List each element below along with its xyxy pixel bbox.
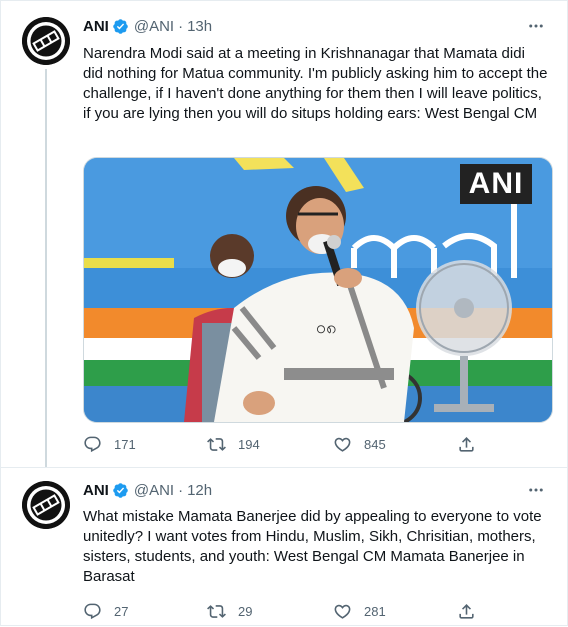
tweet-text: Narendra Modi said at a meeting in Krish… xyxy=(83,45,548,122)
author-handle[interactable]: @ANI xyxy=(134,482,174,499)
share-icon xyxy=(459,436,474,452)
share-button[interactable] xyxy=(457,435,476,454)
retweet-icon xyxy=(207,437,226,451)
tweet-header: ANI @ANI · 12h xyxy=(83,480,212,500)
reply-icon xyxy=(84,436,101,452)
reply-count: 27 xyxy=(114,603,129,619)
author-name[interactable]: ANI xyxy=(83,18,109,35)
like-button[interactable]: 281 xyxy=(333,602,457,621)
timestamp[interactable]: 12h xyxy=(187,482,212,499)
like-count: 281 xyxy=(364,603,386,619)
tweet-header: ANI @ANI · 13h xyxy=(83,16,212,36)
author-name[interactable]: ANI xyxy=(83,482,109,499)
retweet-count: 194 xyxy=(238,436,260,452)
tweet-media-image[interactable]: ဝ၈ ANI xyxy=(83,157,553,423)
tweet[interactable]: ANI @ANI · 13h Narendra Modi said at a m… xyxy=(1,1,567,467)
separator-dot: · xyxy=(178,481,184,499)
retweet-button[interactable]: 194 xyxy=(207,435,333,454)
reply-button[interactable]: 27 xyxy=(83,602,207,621)
ani-logo-icon xyxy=(22,17,70,65)
reply-button[interactable]: 171 xyxy=(83,435,207,454)
verified-badge-icon xyxy=(113,18,128,34)
like-button[interactable]: 845 xyxy=(333,435,457,454)
more-options-button[interactable] xyxy=(525,16,547,36)
more-options-icon xyxy=(529,24,543,28)
ani-logo-icon xyxy=(22,481,70,529)
more-options-button[interactable] xyxy=(525,480,547,500)
tweet-divider xyxy=(1,467,567,468)
separator-dot: · xyxy=(178,17,184,35)
avatar[interactable] xyxy=(22,17,70,65)
retweet-button[interactable]: 29 xyxy=(207,602,333,621)
svg-text:ဝ၈: ဝ၈ xyxy=(316,317,336,337)
tweet[interactable]: ANI @ANI · 12h What mistake Mamata Baner… xyxy=(1,469,567,627)
reply-icon xyxy=(84,603,101,619)
tweet-actions: 27 29 281 xyxy=(83,599,476,623)
ani-watermark: ANI xyxy=(460,164,532,204)
like-count: 845 xyxy=(364,436,386,452)
timestamp[interactable]: 13h xyxy=(187,18,212,35)
share-icon xyxy=(459,603,474,619)
timeline-frame: ANI @ANI · 13h Narendra Modi said at a m… xyxy=(0,0,568,626)
heart-icon xyxy=(334,604,351,619)
more-options-icon xyxy=(529,488,543,492)
share-button[interactable] xyxy=(457,602,476,621)
heart-icon xyxy=(334,437,351,452)
verified-badge-icon xyxy=(113,482,128,498)
retweet-icon xyxy=(207,604,226,618)
author-handle[interactable]: @ANI xyxy=(134,18,174,35)
tweet-actions: 171 194 845 xyxy=(83,432,476,456)
retweet-count: 29 xyxy=(238,603,253,619)
avatar[interactable] xyxy=(22,481,70,529)
reply-count: 171 xyxy=(114,436,136,452)
tweet-text: What mistake Mamata Banerjee did by appe… xyxy=(83,508,542,585)
